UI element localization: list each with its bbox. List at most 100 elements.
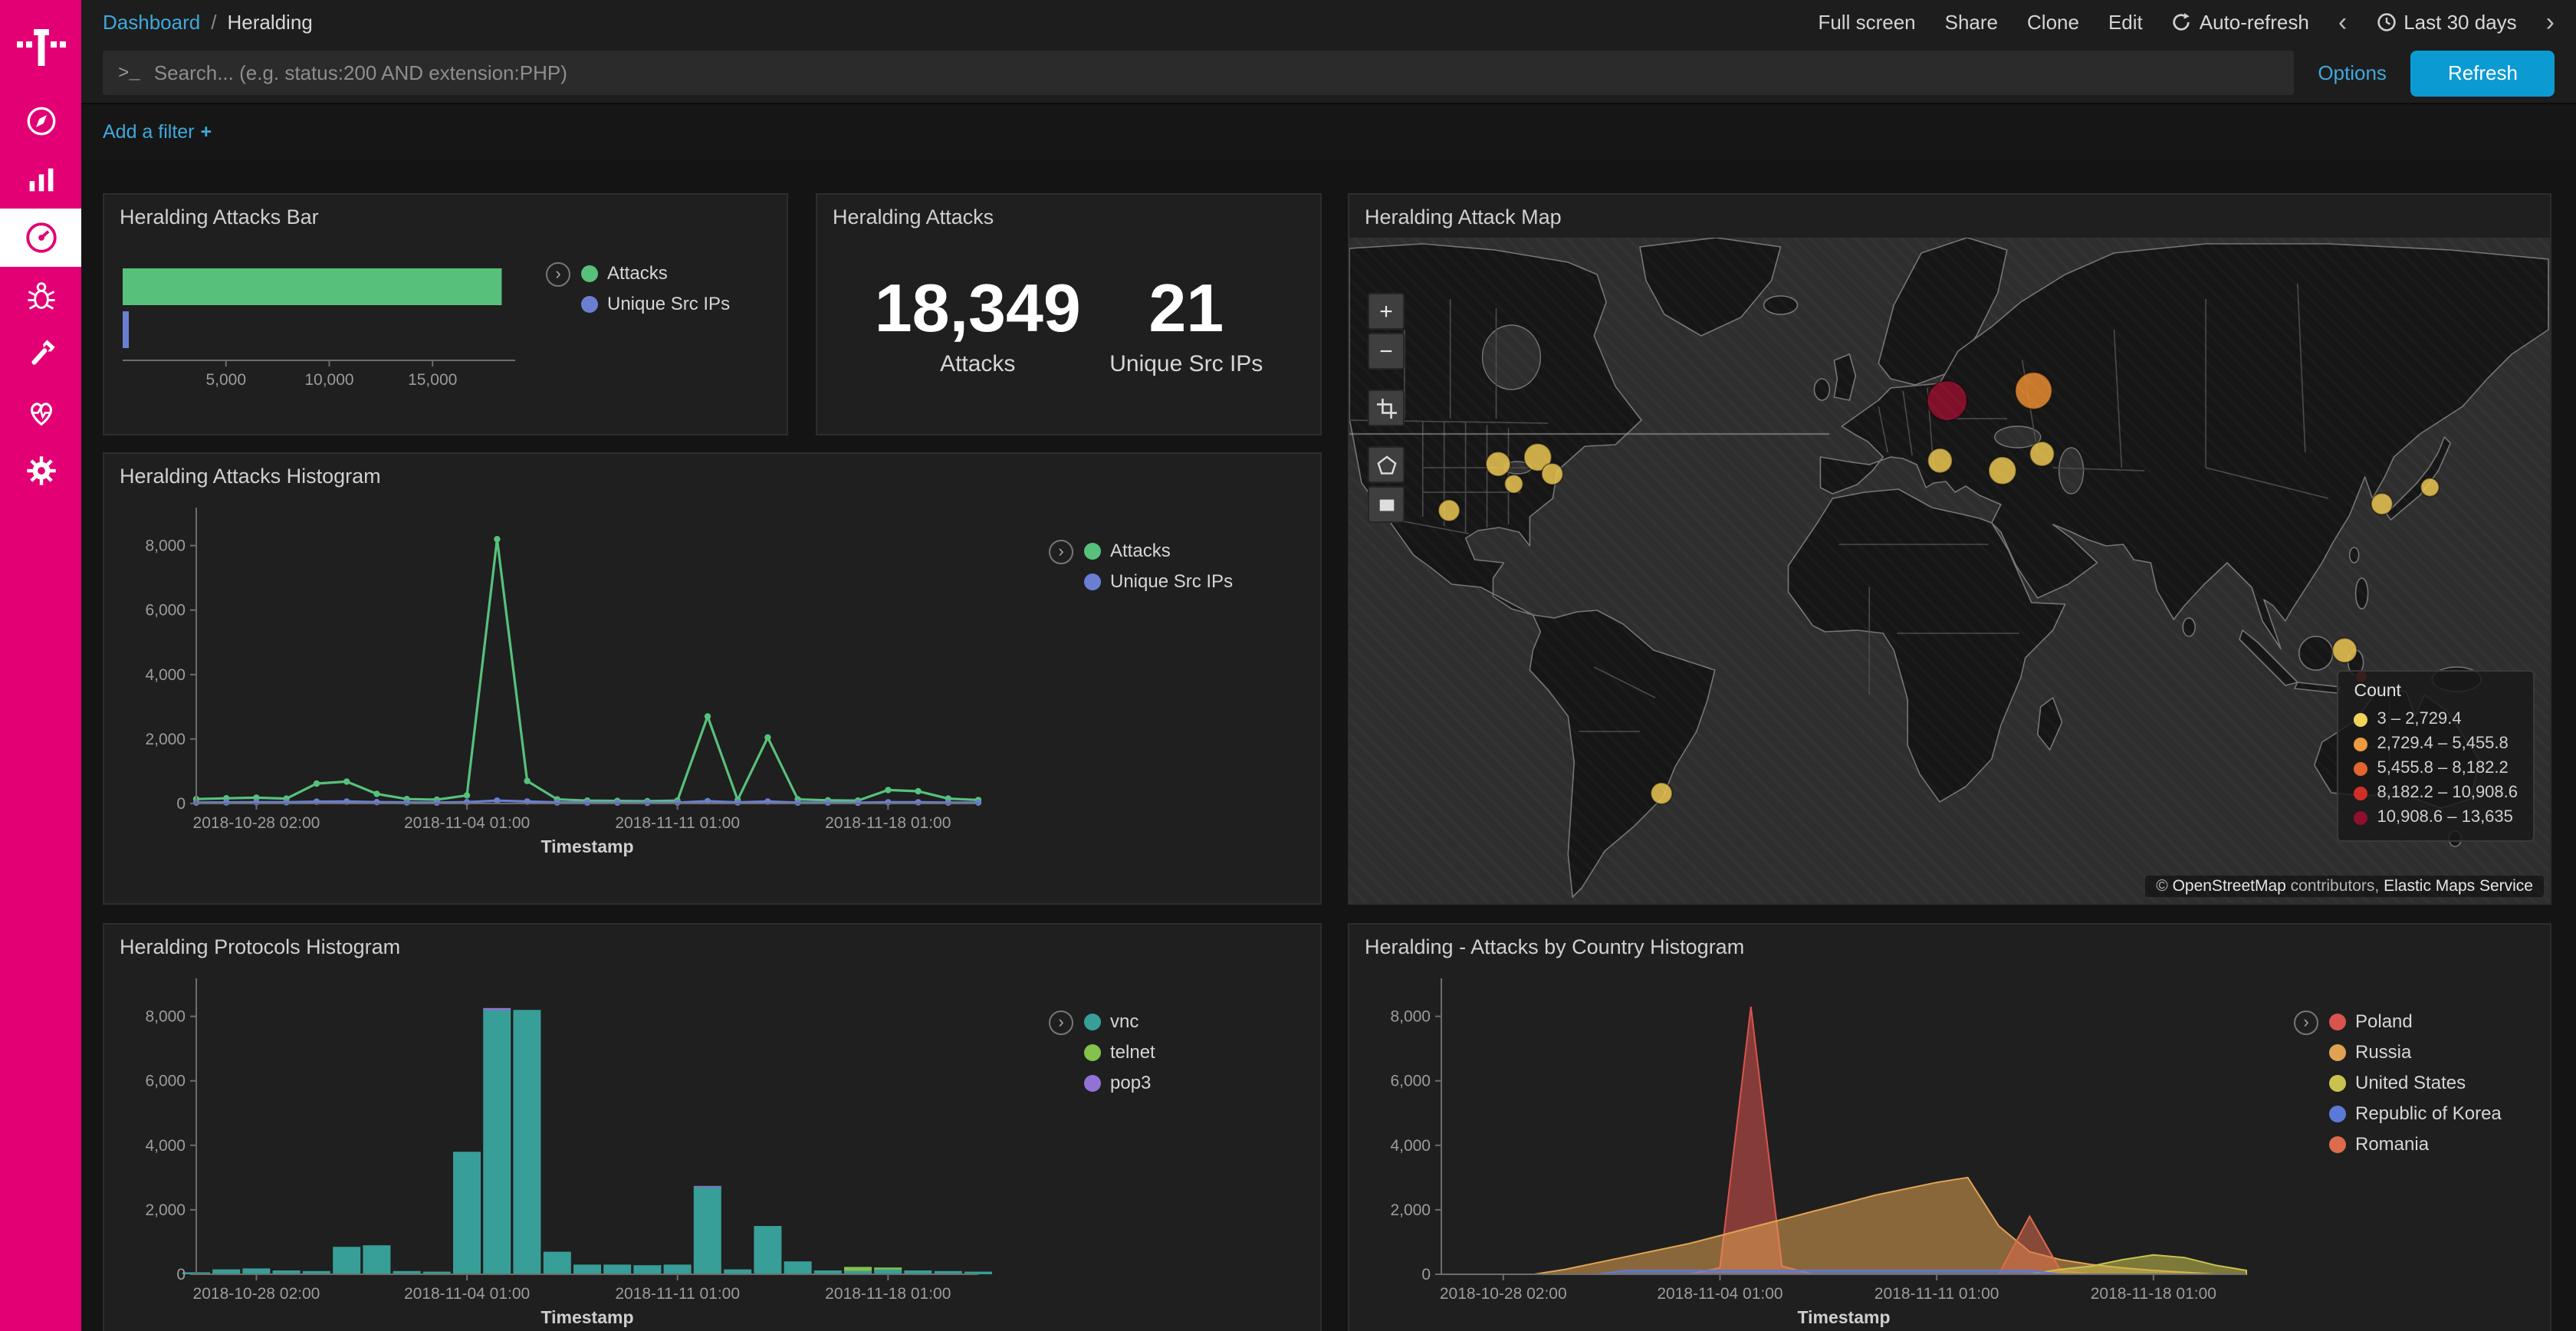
metric-value: 18,349 xyxy=(875,273,1081,347)
legend-color-dot xyxy=(2354,786,2368,800)
sidebar-item-dashboard[interactable] xyxy=(0,209,81,267)
svg-text:2018-11-11 01:00: 2018-11-11 01:00 xyxy=(615,1285,740,1303)
clone-button[interactable]: Clone xyxy=(2027,10,2079,33)
svg-text:2018-11-04 01:00: 2018-11-04 01:00 xyxy=(1657,1285,1783,1303)
time-forward-button[interactable]: › xyxy=(2546,8,2555,35)
legend-color-dot xyxy=(2329,1013,2346,1030)
chart-legend: › Poland Russia United States Republic of K… xyxy=(2294,1011,2502,1155)
legend-item[interactable]: Attacks xyxy=(1084,540,1233,561)
panel-title: Heralding Protocols Histogram xyxy=(104,925,1320,969)
metric-row: 18,349 Attacks 21 Unique Src IPs xyxy=(817,239,1320,378)
metric-value: 21 xyxy=(1109,273,1263,347)
svg-text:8,000: 8,000 xyxy=(145,1008,186,1026)
share-button[interactable]: Share xyxy=(1945,10,1998,33)
svg-text:15,000: 15,000 xyxy=(408,371,457,389)
svg-text:0: 0 xyxy=(176,1266,186,1283)
legend-item[interactable]: telnet xyxy=(1084,1041,1155,1063)
legend-color-dot xyxy=(2329,1135,2346,1152)
svg-text:Timestamp: Timestamp xyxy=(540,836,633,856)
legend-color-dot xyxy=(1084,1013,1101,1030)
legend-item[interactable]: Unique Src IPs xyxy=(1084,570,1233,592)
refresh-cycle-icon xyxy=(2172,12,2192,31)
elastic-maps-link[interactable]: Elastic Maps Service xyxy=(2384,877,2533,896)
svg-text:2,000: 2,000 xyxy=(145,1201,186,1219)
svg-text:2018-11-04 01:00: 2018-11-04 01:00 xyxy=(404,814,530,832)
legend-color-dot xyxy=(2329,1074,2346,1091)
legend-collapse-icon[interactable]: › xyxy=(1049,1011,1073,1035)
zoom-in-button[interactable]: + xyxy=(1368,293,1405,330)
sidebar-item-discover[interactable] xyxy=(0,92,81,150)
legend-item[interactable]: Romania xyxy=(2329,1133,2502,1155)
svg-text:2018-11-04 01:00: 2018-11-04 01:00 xyxy=(404,1285,530,1303)
panel-title: Heralding Attacks Bar xyxy=(104,195,787,239)
top-nav: Dashboard / Heralding Full screen Share … xyxy=(81,0,2576,43)
openstreetmap-link[interactable]: OpenStreetMap xyxy=(2173,877,2286,896)
sidebar-item-management[interactable] xyxy=(0,442,81,500)
svg-text:2018-10-28 02:00: 2018-10-28 02:00 xyxy=(193,1285,320,1303)
polygon-draw-button[interactable] xyxy=(1368,446,1405,483)
legend-color-dot xyxy=(2354,712,2368,726)
map-legend-item: 8,182.2 – 10,908.6 xyxy=(2354,781,2518,805)
dashboard-grid: Heralding Attacks Bar 5,00010,00015,000 … xyxy=(81,159,2576,1331)
telekom-t-icon xyxy=(15,23,67,69)
options-link[interactable]: Options xyxy=(2318,61,2387,84)
svg-text:0: 0 xyxy=(1421,1266,1431,1283)
svg-text:6,000: 6,000 xyxy=(145,1073,186,1090)
legend-collapse-icon[interactable]: › xyxy=(546,262,570,287)
add-filter-link[interactable]: Add a filter+ xyxy=(103,121,212,143)
full-screen-button[interactable]: Full screen xyxy=(1818,10,1915,33)
metric-unique-src-ips: 21 Unique Src IPs xyxy=(1109,273,1263,378)
legend-item[interactable]: Poland xyxy=(2329,1011,2502,1032)
zoom-out-button[interactable]: − xyxy=(1368,333,1405,370)
refresh-button[interactable]: Refresh xyxy=(2411,50,2555,96)
breadcrumb-dashboard-link[interactable]: Dashboard xyxy=(103,10,200,33)
legend-item[interactable]: vnc xyxy=(1084,1011,1155,1032)
clock-icon xyxy=(2376,12,2396,31)
legend-item[interactable]: pop3 xyxy=(1084,1072,1155,1093)
plus-icon: + xyxy=(201,121,212,143)
sidebar-item-visualize[interactable] xyxy=(0,150,81,209)
svg-text:8,000: 8,000 xyxy=(1390,1008,1431,1026)
legend-color-dot xyxy=(2354,810,2368,824)
legend-item[interactable]: Republic of Korea xyxy=(2329,1103,2502,1124)
sidebar xyxy=(0,0,81,1331)
legend-item[interactable]: Attacks xyxy=(581,262,730,284)
panel-attacks-bar: Heralding Attacks Bar 5,00010,00015,000 … xyxy=(103,193,788,435)
legend-collapse-icon[interactable]: › xyxy=(2294,1011,2318,1035)
search-input[interactable] xyxy=(154,61,2279,84)
sidebar-item-tpot[interactable] xyxy=(0,267,81,325)
polygon-icon xyxy=(1376,455,1396,475)
map-legend-item: 3 – 2,729.4 xyxy=(2354,707,2518,731)
main-area: Dashboard / Heralding Full screen Share … xyxy=(81,0,2576,1331)
rectangle-icon xyxy=(1376,495,1396,514)
rectangle-draw-button[interactable] xyxy=(1368,486,1405,523)
legend-color-dot xyxy=(2354,737,2368,751)
legend-item[interactable]: Russia xyxy=(2329,1041,2502,1063)
panel-protocols-histogram: Heralding Protocols Histogram 02,0004,00… xyxy=(103,923,1322,1331)
legend-color-dot xyxy=(1084,542,1101,559)
legend-color-dot xyxy=(1084,1043,1101,1060)
legend-collapse-icon[interactable]: › xyxy=(1049,540,1073,564)
svg-text:5,000: 5,000 xyxy=(205,371,246,389)
telekom-logo[interactable] xyxy=(0,0,81,92)
map-legend-item: 2,729.4 – 5,455.8 xyxy=(2354,731,2518,756)
map-controls: + − xyxy=(1368,293,1405,526)
svg-text:2018-11-18 01:00: 2018-11-18 01:00 xyxy=(2091,1285,2216,1303)
map-canvas[interactable]: + − xyxy=(1349,238,2550,903)
sidebar-item-tools[interactable] xyxy=(0,325,81,383)
edit-button[interactable]: Edit xyxy=(2108,10,2143,33)
auto-refresh-button[interactable]: Auto-refresh xyxy=(2172,10,2309,33)
chart-legend: › vnc telnet pop3 xyxy=(1049,1011,1155,1093)
time-back-button[interactable]: ‹ xyxy=(2338,8,2347,35)
legend-item[interactable]: Unique Src IPs xyxy=(581,293,730,314)
svg-text:Timestamp: Timestamp xyxy=(1797,1307,1890,1327)
sidebar-item-monitoring[interactable] xyxy=(0,383,81,442)
breadcrumb-current: Heralding xyxy=(227,10,312,33)
search-bar: >_ Options Refresh xyxy=(81,43,2576,104)
legend-item[interactable]: United States xyxy=(2329,1072,2502,1093)
time-range-picker[interactable]: Last 30 days xyxy=(2376,10,2516,33)
svg-text:0: 0 xyxy=(176,795,186,813)
svg-text:4,000: 4,000 xyxy=(145,666,186,684)
svg-text:6,000: 6,000 xyxy=(1390,1073,1431,1090)
fit-bounds-button[interactable] xyxy=(1368,389,1405,426)
